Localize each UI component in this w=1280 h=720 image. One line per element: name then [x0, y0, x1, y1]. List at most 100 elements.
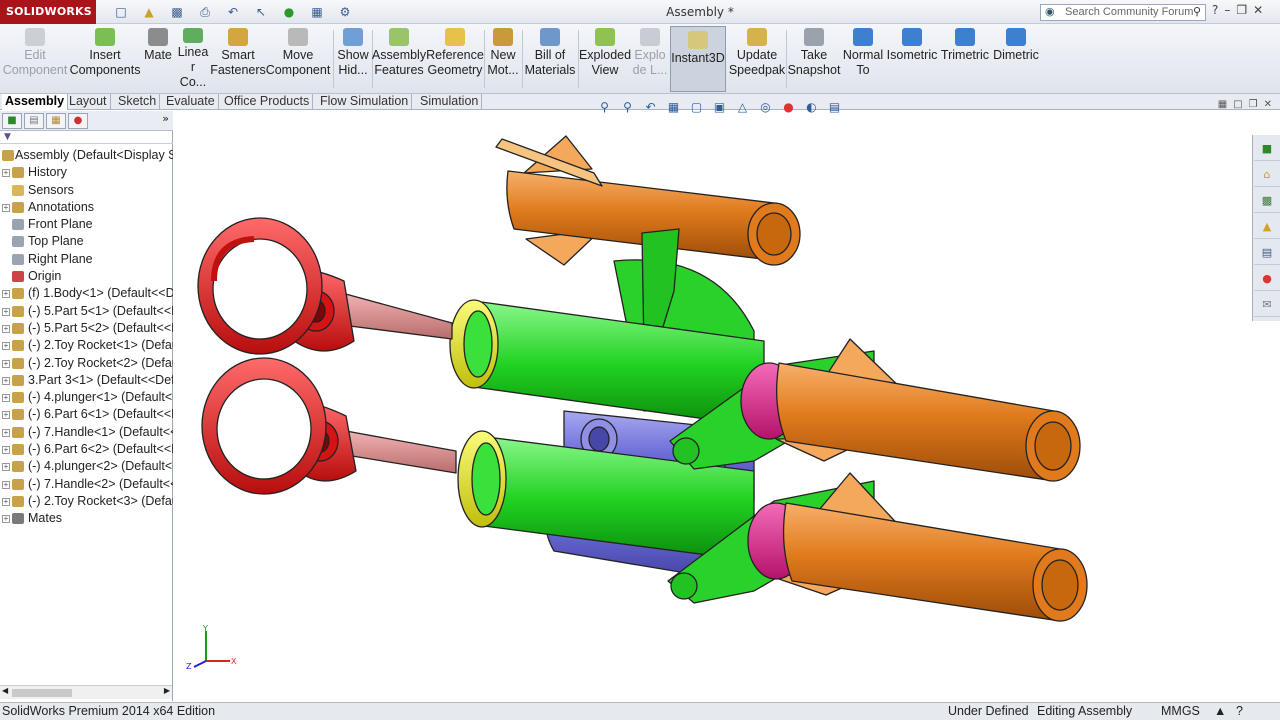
viewport-close-icon[interactable]: ✕ [1264, 99, 1272, 110]
scroll-left-icon[interactable]: ◀ [2, 686, 8, 695]
toy-rocket-bottom[interactable] [747, 472, 1088, 622]
forum-icon[interactable]: ✉ [1254, 293, 1280, 317]
expand-toggle-icon[interactable]: + [2, 359, 10, 368]
exploded-view-button[interactable]: Exploded View [579, 28, 631, 90]
move-component-button[interactable]: Move Component [266, 28, 330, 90]
tab-sketch[interactable]: Sketch [115, 94, 161, 110]
mate-button[interactable]: Mate [142, 28, 174, 90]
bill-of-materials-button[interactable]: Bill of Materials [524, 28, 576, 90]
status-dropdown-icon[interactable]: ▲ [1214, 703, 1226, 720]
tree-root-assembly[interactable]: Assembly (Default<Display S [0, 147, 173, 164]
new-motion-study-button[interactable]: New Mot... [486, 28, 520, 90]
isometric-button[interactable]: Isometric [886, 28, 938, 90]
file-properties-icon[interactable]: ▦ [306, 3, 328, 21]
search-icon[interactable]: ⚲ [1193, 5, 1201, 18]
filter-row[interactable]: ▼ [0, 132, 173, 144]
smart-fasteners-button[interactable]: Smart Fasteners [210, 28, 266, 90]
tree-item[interactable]: Top Plane [0, 233, 173, 250]
expand-panel-icon[interactable]: » [162, 112, 169, 125]
red-handle-upper[interactable] [197, 217, 355, 355]
normal-to-button[interactable]: Normal To [842, 28, 884, 90]
tree-item[interactable]: + (f) 1.Body<1> (Default<<De [0, 285, 173, 302]
toy-rocket-middle[interactable] [740, 338, 1081, 482]
tree-item[interactable]: + (-) 2.Toy Rocket<2> (Defau [0, 355, 173, 372]
help-icon[interactable]: ? [1212, 3, 1218, 17]
custom-properties-icon[interactable]: ● [1254, 267, 1280, 291]
tab-office-products[interactable]: Office Products [221, 94, 314, 110]
update-speedpak-button[interactable]: Update Speedpak [729, 28, 785, 90]
rebuild-icon[interactable]: ● [278, 3, 300, 21]
save-icon[interactable]: ▩ [166, 3, 188, 21]
edit-component-button[interactable]: Edit Component [3, 28, 67, 90]
show-hidden-button[interactable]: Show Hid... [336, 28, 370, 90]
scroll-right-icon[interactable]: ▶ [164, 686, 170, 695]
tree-item[interactable]: + (-) 7.Handle<1> (Default<< [0, 424, 173, 441]
file-explorer-icon[interactable]: ▩ [1254, 189, 1280, 213]
plunger-rods[interactable] [341, 292, 457, 474]
filter-icon[interactable]: ▼ [4, 132, 11, 142]
unit-system[interactable]: MMGS [1161, 703, 1200, 720]
expand-toggle-icon[interactable]: + [2, 411, 10, 420]
expand-toggle-icon[interactable]: + [2, 428, 10, 437]
tree-item[interactable]: + History [0, 164, 173, 181]
tree-item[interactable]: + (-) 4.plunger<1> (Default<< [0, 389, 173, 406]
red-handle-lower[interactable] [201, 357, 357, 495]
expand-toggle-icon[interactable]: + [2, 446, 10, 455]
tab-evaluate[interactable]: Evaluate [163, 94, 219, 110]
tree-item[interactable]: + Mates [0, 510, 173, 527]
help-status-icon[interactable]: ? [1236, 703, 1243, 720]
minimize-icon[interactable]: – [1224, 3, 1230, 17]
expand-toggle-icon[interactable]: + [2, 307, 10, 316]
tree-item[interactable]: +3.Part 3<1> (Default<<Defa [0, 372, 173, 389]
linear-pattern-button[interactable]: Linea r Co... [176, 28, 210, 90]
options-icon[interactable]: ⚙ [334, 3, 356, 21]
toy-rocket-launcher-model[interactable] [174, 111, 1280, 701]
dimetric-button[interactable]: Dimetric [992, 28, 1040, 90]
tab-assembly[interactable]: Assembly [2, 94, 69, 110]
assembly-features-button[interactable]: Assembly Features [372, 28, 426, 90]
search-community-input[interactable]: ◉ Search Community Forum ⚲ [1040, 4, 1206, 21]
print-icon[interactable]: ⎙ [194, 3, 216, 21]
design-library-icon[interactable]: ⌂ [1254, 163, 1280, 187]
tree-item[interactable]: + (-) 2.Toy Rocket<3> (Defau [0, 493, 173, 510]
expand-toggle-icon[interactable]: + [2, 290, 10, 299]
expand-toggle-icon[interactable]: + [2, 324, 10, 333]
new-document-icon[interactable]: □ [110, 3, 132, 21]
expand-toggle-icon[interactable]: + [2, 463, 10, 472]
graphics-area[interactable]: ⚲ ⚲ ↶ ▦ ▢ ▣ △ ◎ ● ◐ ▤ ▦ □ ❐ ✕ ■ ⌂ ▩ ▲ ▤ … [174, 99, 1280, 701]
select-arrow-icon[interactable]: ↖ [250, 3, 272, 21]
appearances-icon[interactable]: ▤ [1254, 241, 1280, 265]
close-icon[interactable]: ✕ [1253, 3, 1263, 17]
scrollbar-thumb[interactable] [12, 689, 72, 697]
property-manager-tab-icon[interactable]: ▤ [24, 113, 44, 129]
instant3d-button[interactable]: Instant3D [670, 26, 726, 92]
restore-icon[interactable]: ❐ [1236, 3, 1247, 17]
insert-components-button[interactable]: Insert Components [70, 28, 140, 90]
solidworks-resources-icon[interactable]: ■ [1254, 137, 1280, 161]
explode-line-sketch-button[interactable]: Explo de L... [632, 28, 668, 90]
tab-flow-simulation[interactable]: Flow Simulation [317, 94, 413, 110]
view-palette-icon[interactable]: ▲ [1254, 215, 1280, 239]
tree-horizontal-scrollbar[interactable]: ◀ ▶ [0, 685, 172, 699]
tree-item[interactable]: + (-) 6.Part 6<2> (Default<<D [0, 441, 173, 458]
expand-toggle-icon[interactable]: + [2, 480, 10, 489]
configuration-manager-tab-icon[interactable]: ▦ [46, 113, 66, 129]
undo-icon[interactable]: ↶ [222, 3, 244, 21]
expand-toggle-icon[interactable]: + [2, 376, 10, 385]
viewport-restore-icon[interactable]: ❐ [1249, 99, 1258, 110]
display-manager-tab-icon[interactable]: ● [68, 113, 88, 129]
tree-item[interactable]: Right Plane [0, 251, 173, 268]
take-snapshot-button[interactable]: Take Snapshot [788, 28, 840, 90]
tree-item[interactable]: Sensors [0, 182, 173, 199]
viewport-minimize-icon[interactable]: □ [1233, 99, 1242, 110]
expand-toggle-icon[interactable]: + [2, 203, 10, 212]
reference-geometry-button[interactable]: Reference Geometry [426, 28, 484, 90]
tree-item[interactable]: + (-) 7.Handle<2> (Default<< [0, 476, 173, 493]
tree-item[interactable]: Origin [0, 268, 173, 285]
tab-layout[interactable]: Layout [66, 94, 111, 110]
expand-toggle-icon[interactable]: + [2, 515, 10, 524]
trimetric-button[interactable]: Trimetric [940, 28, 990, 90]
expand-toggle-icon[interactable]: + [2, 342, 10, 351]
open-folder-icon[interactable]: ▲ [138, 3, 160, 21]
viewport-split-icon[interactable]: ▦ [1218, 99, 1227, 110]
